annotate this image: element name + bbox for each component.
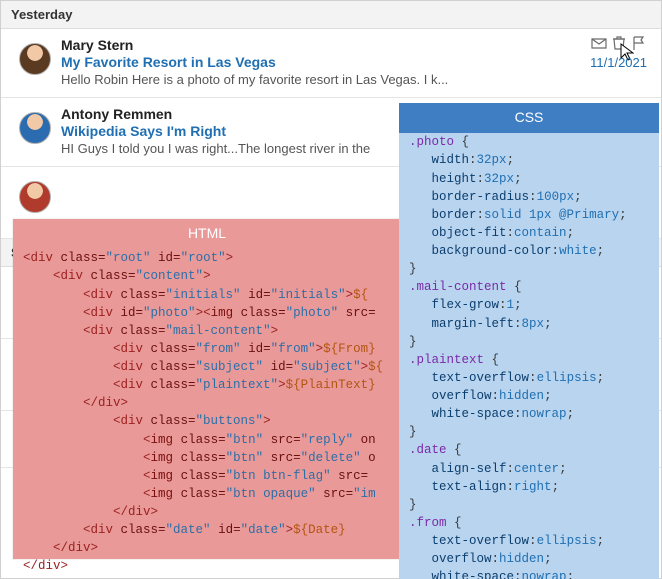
row-actions [591, 35, 647, 54]
avatar [19, 112, 51, 144]
overlay-title: CSS [399, 103, 659, 133]
mail-row[interactable]: Mary Stern My Favorite Resort in Las Veg… [1, 29, 661, 98]
group-header-yesterday[interactable]: Yesterday [1, 1, 661, 29]
mail-subject: My Favorite Resort in Las Vegas [61, 54, 649, 70]
mail-from: Mary Stern [61, 37, 649, 53]
avatar [19, 181, 51, 213]
css-overlay: CSS .photo { width:32px; height:32px; bo… [399, 103, 659, 579]
mail-preview: Hello Robin Here is a photo of my favori… [61, 72, 649, 87]
html-overlay: HTML <div class="root" id="root"> <div c… [13, 219, 401, 559]
css-code: .photo { width:32px; height:32px; border… [399, 133, 659, 579]
mail-date: 11/1/2021 [590, 55, 647, 70]
html-code: <div class="root" id="root"> <div class=… [13, 249, 401, 579]
group-label: Yesterday [11, 7, 72, 22]
mail-body: Mary Stern My Favorite Resort in Las Veg… [61, 37, 649, 87]
reply-icon[interactable] [591, 35, 607, 54]
root: Yesterday Mary Stern My Favorite Resort … [0, 0, 662, 579]
avatar [19, 43, 51, 75]
overlay-title: HTML [13, 219, 401, 249]
